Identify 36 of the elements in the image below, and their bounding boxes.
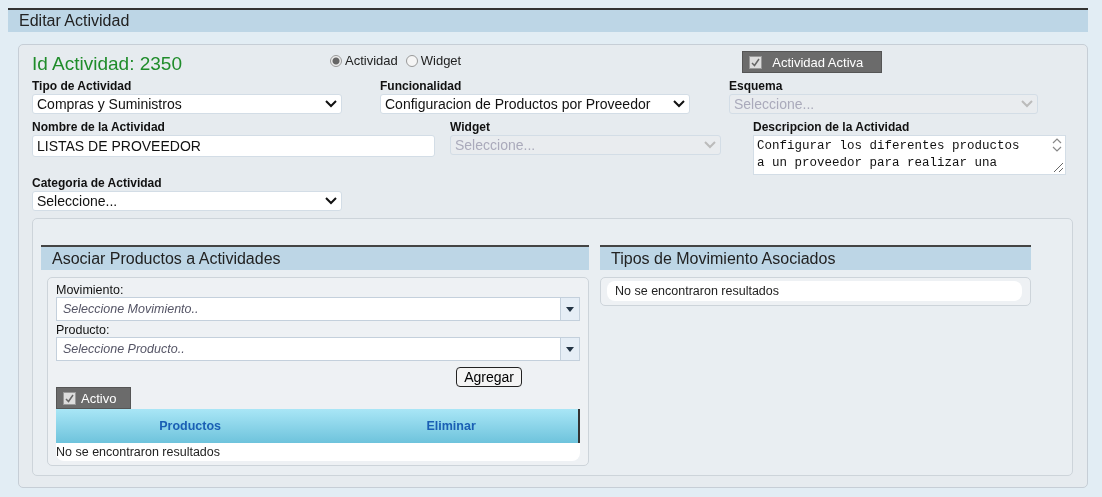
empty-message: No se encontraron resultados (607, 281, 1022, 301)
radio-option[interactable]: Widget (405, 53, 462, 68)
chevron-icon (704, 141, 716, 149)
field-label: Movimiento: (56, 283, 125, 297)
description-textarea[interactable]: Configurar los diferentes productos a un proveedor para realizar una (753, 135, 1066, 175)
section-title: Asociar Productos a Actividades (41, 245, 589, 270)
column-header[interactable]: Eliminar (324, 419, 578, 433)
dropdown-icon (566, 306, 574, 312)
radio-option[interactable]: Actividad (330, 53, 398, 68)
chevron-icon (325, 197, 337, 205)
field-label: Esquema (729, 78, 784, 94)
add-button[interactable]: Agregar (456, 367, 522, 387)
empty-message: No se encontraron resultados (56, 443, 580, 461)
field-label: Funcionalidad (380, 78, 463, 94)
field-label: Descripcion de la Actividad (753, 119, 911, 135)
chevron-icon (325, 100, 337, 108)
field-label: Widget (450, 119, 491, 135)
select-field[interactable]: Configuracion de Productos por Proveedor (380, 94, 690, 114)
chevron-icon (1021, 100, 1033, 108)
combo-field[interactable]: Seleccione Movimiento.. (56, 297, 580, 321)
dropdown-icon (566, 346, 574, 352)
column-header[interactable]: Productos (56, 419, 325, 433)
input-field[interactable]: LISTAS DE PROVEEDOR (32, 135, 435, 157)
field-label: Categoria de Actividad (32, 175, 163, 191)
chevron-icon (673, 100, 685, 108)
field-label: Producto: (56, 323, 111, 337)
window-title: Editar Actividad (8, 8, 1088, 32)
field-label: Nombre de la Actividad (32, 119, 166, 135)
select-field[interactable]: Seleccione... (32, 191, 342, 211)
active-toggle[interactable]: Actividad Activa (742, 51, 883, 73)
section-title: Tipos de Movimiento Asociados (600, 245, 1031, 270)
activity-id: Id Actividad: 2350 (32, 53, 183, 75)
active-toggle[interactable]: Activo (56, 387, 131, 409)
select-field[interactable]: Compras y Suministros (32, 94, 342, 114)
field-label: Tipo de Actividad (32, 78, 133, 94)
combo-field[interactable]: Seleccione Producto.. (56, 337, 580, 361)
